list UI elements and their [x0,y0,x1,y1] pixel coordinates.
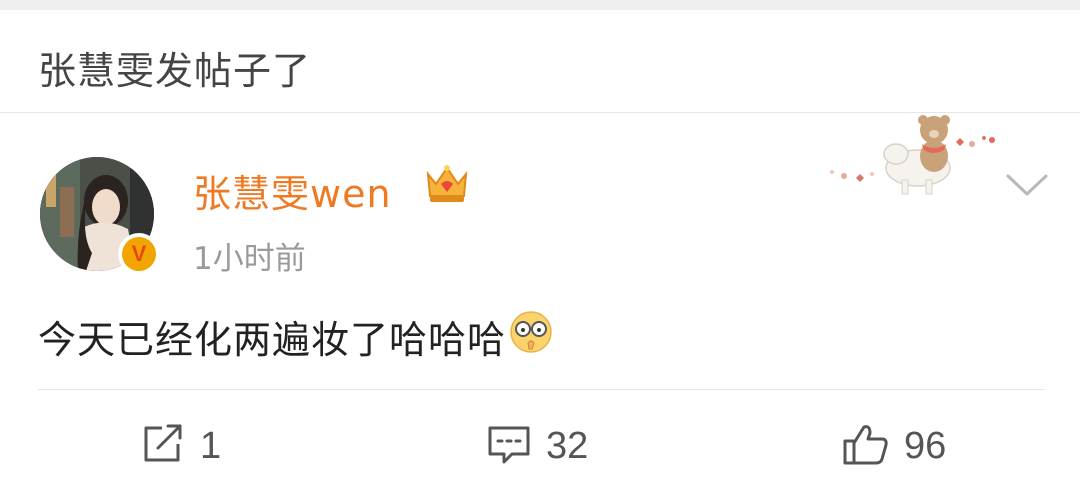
author-name[interactable]: 张慧雯wen [193,163,392,218]
like-button[interactable]: 96 [842,420,946,472]
glasses-face-emoji-icon [508,309,554,364]
thumbs-up-icon [842,421,890,471]
comment-icon [486,422,532,470]
bear-horse-sticker-icon [826,112,1002,208]
comment-count: 32 [546,424,589,467]
comment-button[interactable]: 32 [486,420,588,472]
repost-count: 1 [200,424,222,467]
repost-icon [140,422,186,470]
chevron-down-icon[interactable] [1004,170,1050,204]
page-header: 张慧雯发帖子了 [0,10,1080,113]
page-title: 张慧雯发帖子了 [38,49,312,93]
post-text: 今天已经化两遍妆了哈哈哈 [38,318,507,362]
post-content: 今天已经化两遍妆了哈哈哈 [38,309,554,364]
verified-v-icon: V [122,237,156,271]
crown-icon [424,162,470,210]
verified-badge: V [118,233,160,275]
post-timestamp: 1小时前 [193,241,306,277]
status-bar-strip [0,0,1080,10]
repost-button[interactable]: 1 [140,420,221,472]
divider [38,389,1044,390]
like-count: 96 [904,424,947,467]
